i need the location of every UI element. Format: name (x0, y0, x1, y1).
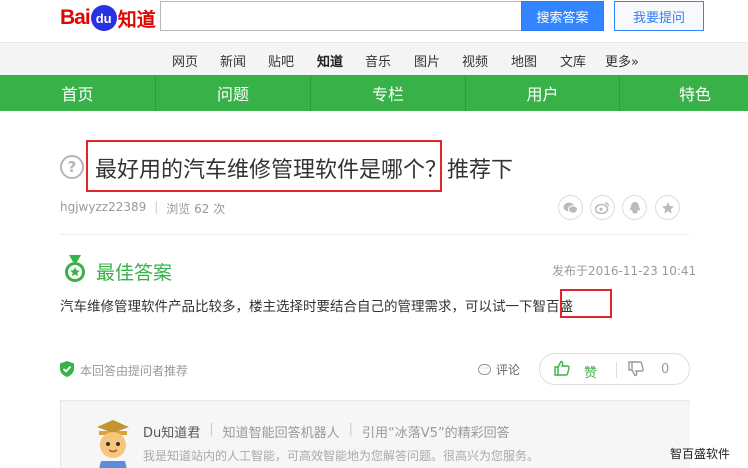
question-mark-icon: ? (60, 155, 84, 179)
main-nav: 首页 问题 专栏 用户 特色 (0, 75, 748, 111)
nav-users[interactable]: 用户 (466, 75, 619, 111)
dislike-count: 0 (661, 362, 670, 377)
channel-video[interactable]: 视频 (462, 51, 488, 70)
robot-description: 我是知道站内的人工智能，可高效智能地为您解答问题。很高兴为您服务。 (143, 449, 540, 463)
nav-questions[interactable]: 问题 (156, 75, 310, 111)
channel-tieba[interactable]: 贴吧 (268, 51, 294, 70)
comment-button[interactable]: ··· 评论 (478, 361, 520, 378)
channel-wenku[interactable]: 文库 (560, 51, 586, 70)
search-input[interactable] (160, 1, 521, 31)
answer-text: 汽车维修管理软件产品比较多，楼主选择时要结合自己的管理需求，可以试一下智百盛 (60, 299, 573, 315)
logo-zhidao-text: 知道 (117, 8, 156, 31)
channel-webpage[interactable]: 网页 (172, 51, 198, 70)
channel-zhidao[interactable]: 知道 (317, 51, 344, 78)
qq-icon[interactable] (622, 195, 647, 220)
wechat-icon[interactable] (558, 195, 583, 220)
robot-answer-card: Du知道君 | 知道智能回答机器人 | 引用“冰落V5”的精彩回答 我是知道站内… (60, 400, 690, 468)
robot-avatar (91, 417, 135, 468)
thumbs-down-icon[interactable] (628, 361, 644, 377)
robot-name-row: Du知道君 | 知道智能回答机器人 | 引用“冰落V5”的精彩回答 (143, 422, 510, 441)
baidu-zhidao-logo[interactable]: Bai du 知道 (60, 5, 156, 31)
recommended-note: 本回答由提问者推荐 (80, 364, 189, 378)
channel-news[interactable]: 新闻 (220, 51, 246, 70)
best-answer-medal-icon (63, 255, 87, 283)
channel-images[interactable]: 图片 (414, 51, 440, 70)
comment-icon: ··· (478, 364, 491, 375)
vote-box: 赞 0 (539, 353, 690, 385)
robot-name[interactable]: Du知道君 (143, 422, 200, 441)
nav-features[interactable]: 特色 (620, 75, 748, 111)
channel-music[interactable]: 音乐 (365, 51, 391, 70)
robot-quote-source: 引用“冰落V5”的精彩回答 (362, 426, 510, 441)
robot-divider: | (209, 422, 214, 437)
thumbs-up-icon[interactable] (554, 360, 570, 376)
vote-divider (616, 362, 617, 378)
title-highlight-box (86, 140, 442, 192)
meta-divider: | (154, 200, 159, 214)
like-label[interactable]: 赞 (584, 362, 597, 381)
comment-label: 评论 (496, 363, 521, 377)
channel-map[interactable]: 地图 (511, 51, 537, 70)
logo-bai-text: Bai (60, 6, 91, 29)
channel-more[interactable]: 更多» (605, 51, 639, 70)
brand-highlight-box (560, 289, 612, 318)
logo-du-paw: du (90, 5, 117, 31)
favorite-icon[interactable] (655, 195, 680, 220)
weibo-icon[interactable] (590, 195, 615, 220)
best-answer-label: 最佳答案 (96, 262, 173, 284)
robot-divider: | (348, 422, 354, 437)
post-time: 发布于2016-11-23 10:41 (552, 264, 697, 278)
asker-name[interactable]: hgjwyzz22389 (60, 200, 146, 217)
shield-check-icon (60, 361, 74, 377)
nav-columns[interactable]: 专栏 (311, 75, 465, 111)
view-count: 浏览 62 次 (166, 202, 226, 216)
nav-home[interactable]: 首页 (0, 75, 155, 111)
robot-tag: 知道智能回答机器人 (222, 426, 340, 441)
search-answer-button[interactable]: 搜索答案 (521, 1, 604, 31)
watermark-text: 智百盛软件 (670, 447, 731, 461)
section-divider (60, 234, 690, 235)
channel-nav: 网页 新闻 贴吧 知道 音乐 图片 视频 地图 文库 更多» (0, 42, 748, 78)
ask-question-button[interactable]: 我要提问 (614, 1, 704, 31)
question-meta: hgjwyzz22389 | 浏览 62 次 (60, 200, 225, 217)
top-header: Bai du 知道 搜索答案 我要提问 (0, 0, 748, 42)
